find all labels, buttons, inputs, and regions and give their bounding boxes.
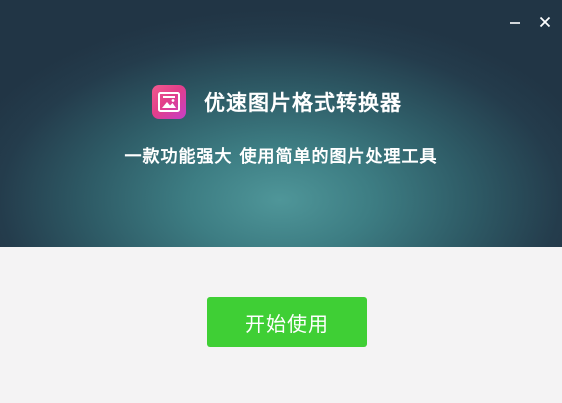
app-tagline: 一款功能强大 使用简单的图片处理工具 xyxy=(124,147,438,167)
app-window: 优速图片格式转换器 一款功能强大 使用简单的图片处理工具 开始使用 xyxy=(0,0,562,403)
brand: 优速图片格式转换器 xyxy=(0,84,562,120)
minimize-button[interactable] xyxy=(505,12,525,32)
app-logo xyxy=(152,85,186,119)
minimize-icon xyxy=(510,22,520,24)
app-title: 优速图片格式转换器 xyxy=(204,91,402,115)
close-button[interactable] xyxy=(535,12,555,32)
close-icon xyxy=(539,16,551,28)
header-banner: 优速图片格式转换器 一款功能强大 使用简单的图片处理工具 xyxy=(0,0,562,247)
start-button[interactable]: 开始使用 xyxy=(207,297,367,347)
image-icon xyxy=(158,92,180,112)
